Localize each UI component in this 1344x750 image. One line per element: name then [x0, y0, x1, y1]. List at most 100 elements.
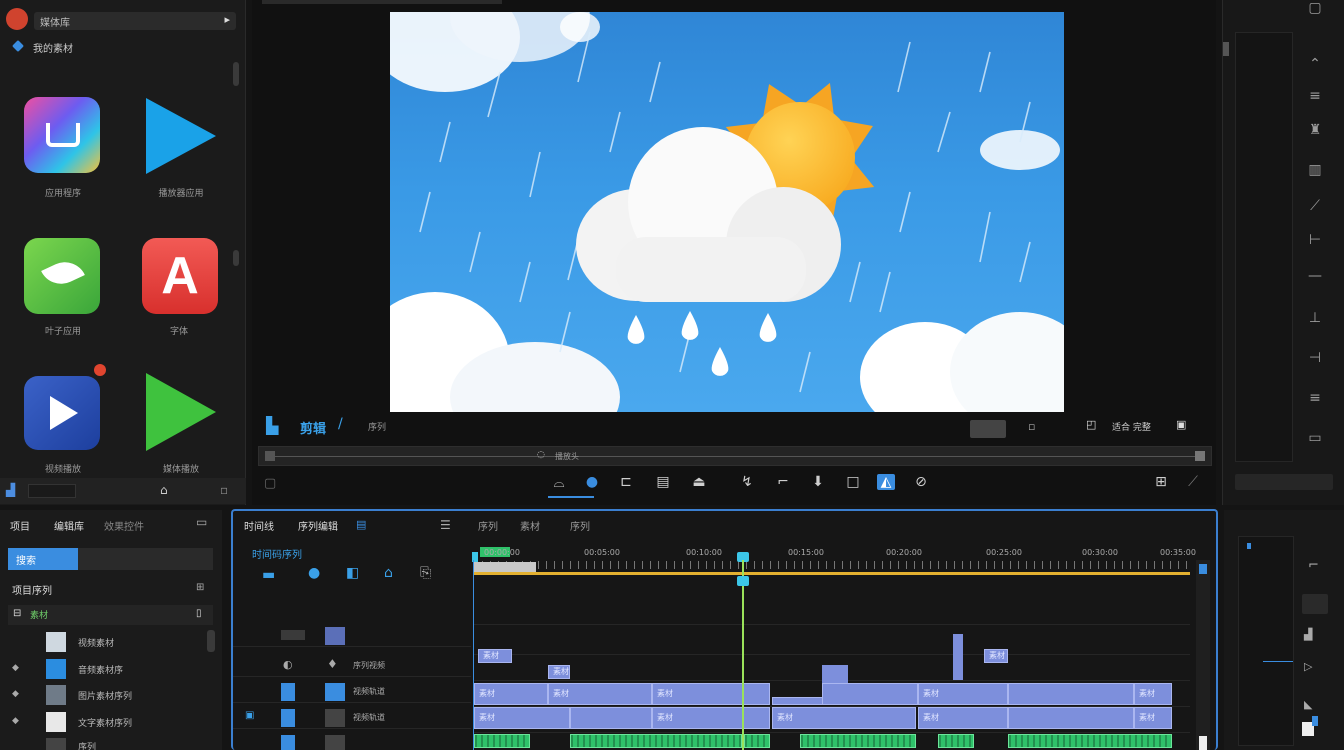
- snap-icon[interactable]: ▬: [262, 567, 275, 583]
- timeline-clip[interactable]: 素材: [652, 707, 770, 729]
- list-item[interactable]: ◆ 图片素材序列: [8, 683, 213, 707]
- scrub-bar[interactable]: ◌ 播放头: [258, 446, 1212, 466]
- fit-toggle-icon[interactable]: ◰: [1086, 418, 1096, 431]
- timeline-clip[interactable]: [772, 697, 824, 705]
- list-item[interactable]: ◆ 音频素材序: [8, 657, 213, 681]
- timeline-clip[interactable]: 素材: [548, 683, 652, 705]
- letter-a-icon[interactable]: A: [142, 238, 218, 314]
- meter-settings-icon[interactable]: ▟: [1304, 628, 1312, 641]
- meter-expand-icon[interactable]: ▷: [1304, 660, 1312, 673]
- project-menu[interactable]: ▭: [180, 510, 222, 536]
- timeline-clip[interactable]: 素材: [474, 707, 570, 729]
- razor-tool-icon[interactable]: ▥: [1302, 162, 1328, 178]
- track-target-icon[interactable]: [325, 735, 345, 750]
- zoom-slider[interactable]: [28, 484, 76, 498]
- meter-mode-icon[interactable]: [1302, 594, 1328, 614]
- captions-icon[interactable]: ⎘: [420, 565, 431, 581]
- leaf-icon[interactable]: [24, 238, 100, 314]
- audio-clip[interactable]: [938, 734, 974, 748]
- timeline-clip[interactable]: 素材: [984, 649, 1008, 663]
- slip-tool-icon[interactable]: ⟋: [1302, 198, 1328, 214]
- timeline-clip[interactable]: 素材: [652, 683, 770, 705]
- add-marker-icon[interactable]: ◧: [346, 565, 359, 581]
- tab-media[interactable]: 素材: [520, 518, 540, 533]
- track-target-icon[interactable]: [325, 627, 345, 645]
- source-patch-icon[interactable]: ▣: [245, 710, 254, 721]
- tab-sequence-2[interactable]: 序列: [570, 518, 590, 533]
- search-button[interactable]: 搜索: [8, 548, 78, 570]
- app-logo-icon[interactable]: [6, 8, 28, 30]
- filter-toggle-icon[interactable]: ▯: [196, 608, 202, 619]
- track-lock-icon[interactable]: [281, 630, 305, 640]
- play-dark-icon[interactable]: [24, 376, 100, 450]
- tab-project[interactable]: 项目: [10, 518, 30, 533]
- timeline-clip[interactable]: [1008, 683, 1134, 705]
- timeline-clip[interactable]: 素材: [548, 665, 570, 679]
- tools-scroll-thumb[interactable]: [1223, 42, 1229, 56]
- timeline-clip[interactable]: 素材: [1134, 707, 1172, 729]
- search-field[interactable]: 搜索: [8, 548, 213, 570]
- media-tab-bar[interactable]: 媒体库 ▸: [34, 12, 236, 30]
- timeline-clip[interactable]: [1008, 707, 1134, 729]
- rect-tool-icon[interactable]: —: [1302, 268, 1328, 284]
- scrub-marker-icon[interactable]: ◌: [537, 450, 545, 460]
- play-blue-icon[interactable]: [146, 98, 216, 174]
- track-toggle-icon[interactable]: [281, 683, 295, 701]
- settings-icon[interactable]: ▫: [1028, 420, 1035, 433]
- timeline-clip[interactable]: 素材: [478, 649, 512, 663]
- track-select-icon[interactable]: ≡: [1302, 88, 1328, 104]
- filter-row[interactable]: ⊟ 素材 ▯: [8, 605, 213, 625]
- audio-clip[interactable]: [1008, 734, 1172, 748]
- scroll-thumb[interactable]: [1199, 736, 1207, 750]
- resolution-dropdown[interactable]: [970, 420, 1006, 438]
- zoom-tool-icon[interactable]: ⊣: [1302, 350, 1328, 366]
- list-item[interactable]: 视频素材: [8, 630, 213, 654]
- export-frame-icon[interactable]: ▣: [1176, 418, 1186, 431]
- timeline-clip[interactable]: [822, 683, 918, 705]
- lift-icon[interactable]: ⏏: [688, 474, 710, 490]
- track-eye-icon[interactable]: ◐: [283, 658, 293, 671]
- panel-menu-icon[interactable]: ▸: [224, 13, 230, 26]
- workspace-icon[interactable]: ▢: [1302, 0, 1328, 16]
- expand-icon[interactable]: ◆: [12, 663, 19, 673]
- playhead-marker[interactable]: [737, 576, 749, 586]
- track-target-icon[interactable]: [325, 709, 345, 727]
- timeline-clip[interactable]: 素材: [918, 707, 1008, 729]
- button-editor-icon[interactable]: ▢: [264, 476, 276, 491]
- pen-tool-icon[interactable]: ⊢: [1302, 232, 1328, 248]
- loop-icon[interactable]: ⌓: [548, 475, 570, 491]
- wrench-icon[interactable]: ⟋: [1182, 474, 1204, 490]
- expand-icon[interactable]: ◆: [12, 716, 19, 726]
- tab-effects[interactable]: 效果控件: [104, 518, 144, 533]
- tool-extra-icon[interactable]: ▭: [1302, 430, 1328, 446]
- play-green-icon[interactable]: [146, 373, 216, 451]
- tab-timeline[interactable]: 时间线: [244, 518, 274, 533]
- overwrite-icon[interactable]: ◭: [877, 474, 895, 490]
- timeline-clip[interactable]: 素材: [772, 707, 916, 729]
- hand-tool-icon[interactable]: ⊥: [1302, 310, 1328, 326]
- type-tool-icon[interactable]: ≡: [1302, 390, 1328, 406]
- bin-icon[interactable]: ⌂: [160, 483, 168, 497]
- timeline-scrollbar[interactable]: [1196, 560, 1210, 750]
- audio-clip[interactable]: [474, 734, 530, 748]
- sequence-icon[interactable]: ▤: [356, 518, 366, 531]
- stop-icon[interactable]: □: [842, 474, 864, 490]
- list-item[interactable]: ◆ 文字素材序列: [8, 710, 213, 734]
- timeline-clip[interactable]: 素材: [474, 683, 548, 705]
- audio-clip[interactable]: [800, 734, 916, 748]
- media-scrollbar[interactable]: [233, 62, 239, 86]
- mark-in-icon[interactable]: ⊏: [615, 474, 637, 490]
- audio-clip[interactable]: [570, 734, 742, 748]
- track-toggle-icon[interactable]: [281, 735, 295, 750]
- track-target-icon[interactable]: [325, 683, 345, 701]
- record-icon[interactable]: ●: [581, 474, 603, 490]
- new-item-icon[interactable]: ▫: [220, 483, 228, 497]
- timeline-clip[interactable]: 素材: [918, 683, 1008, 705]
- tab-library[interactable]: 编辑库: [54, 518, 84, 533]
- ripple-tool-icon[interactable]: ♜: [1302, 122, 1328, 138]
- new-bin-icon[interactable]: ⊞: [196, 582, 204, 593]
- meter-channel-icon[interactable]: ◣: [1304, 698, 1312, 711]
- work-area-bar[interactable]: [474, 572, 1190, 575]
- list-item[interactable]: 序列: [8, 736, 213, 750]
- track-settings-icon[interactable]: ⌂: [384, 565, 393, 581]
